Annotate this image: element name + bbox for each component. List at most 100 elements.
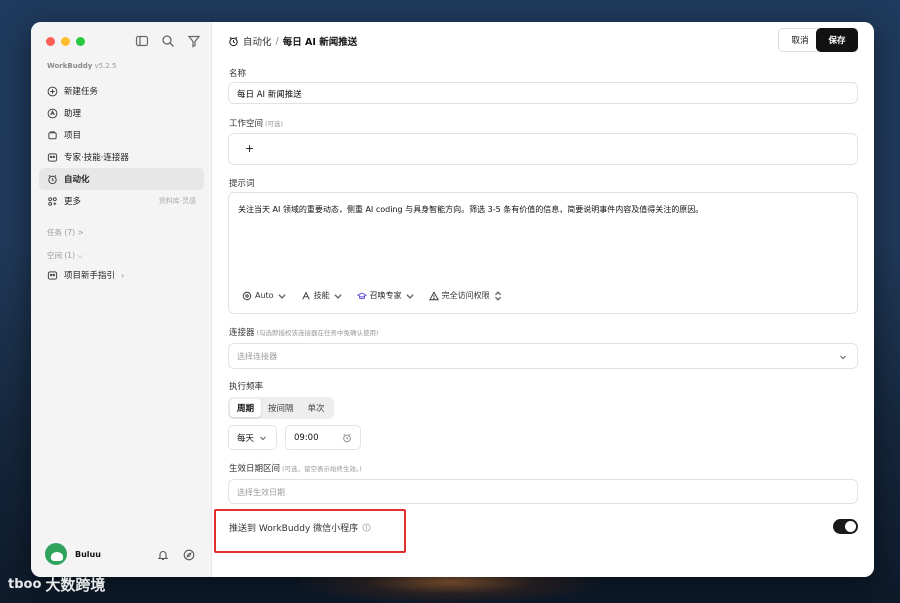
project-guide-item[interactable]: 项目新手指引 › [47,269,124,281]
time-value: 09:00 [294,432,319,443]
sidebar-item-assistant[interactable]: 助理 [39,102,204,124]
workspace-label: 工作空间 (可选) [229,119,284,129]
save-button[interactable]: 保存 [816,28,858,52]
model-icon [242,291,252,300]
breadcrumb-separator: / [275,35,279,47]
tab-interval[interactable]: 按间隔 [261,399,301,417]
expert-icon [47,270,58,280]
expert-selector[interactable]: 召唤专家 [356,290,415,301]
day-value: 每天 [237,433,255,444]
avatar [45,543,67,565]
sidebar-item-automation[interactable]: 自动化 [39,168,204,190]
breadcrumb: 自动化 / 每日 AI 新闻推送 [228,34,357,48]
plus-circle-icon [47,86,58,96]
name-label: 名称 [229,69,247,79]
sidebar-item-project[interactable]: 项目 [39,124,204,146]
tab-periodic[interactable]: 周期 [230,399,262,417]
alarm-clock-icon [229,36,238,46]
bell-icon[interactable] [157,549,169,561]
user-name: Buluu [75,549,101,559]
date-range-hint: (可选，留空表示始终生效。) [282,465,362,473]
connector-hint: (勾选即授权该连接器在任务中免确认使用) [256,329,379,337]
sidebar-item-label: 专家·技能·连接器 [64,153,129,163]
access-selector[interactable]: 完全访问权限 [428,290,503,301]
sidebar-toggle-icon[interactable] [135,34,149,48]
prompt-field[interactable]: 关注当天 AI 领域的重要动态，侧重 AI coding 与具身智能方向。筛选 … [228,192,858,314]
sidebar-nav: 新建任务 助理 项目 专家·技能·连接器 自动化 更多 资料库·灵感 [39,80,204,212]
compass-icon[interactable] [183,549,195,561]
workspace-hint: (可选) [265,120,284,128]
minimize-window-button[interactable] [61,37,70,46]
watermark-logo: tboo [8,577,42,592]
page-title: 每日 AI 新闻推送 [282,37,358,48]
sidebar-item-label: 项目 [64,131,82,141]
day-select[interactable]: 每天 [228,425,277,450]
alarm-clock-icon [48,174,57,184]
main-panel: 自动化 / 每日 AI 新闻推送 取消 保存 名称 每日 AI 新闻推送 工作空… [213,22,874,577]
sidebar-item-label: 助理 [64,109,82,119]
prompt-text: 关注当天 AI 领域的重要动态，侧重 AI coding 与具身智能方向。筛选 … [238,205,704,214]
chevron-down-icon [277,293,286,299]
search-icon[interactable] [161,34,175,48]
chevron-right-icon: › [121,270,125,280]
chevron-down-icon [333,293,342,299]
tab-once[interactable]: 单次 [301,399,332,417]
watermark: tboo 大数跨境 [8,574,105,595]
graduation-cap-icon [356,292,367,299]
brand-label: WorkBuddy v5.2.5 [47,62,117,70]
info-icon[interactable] [362,523,371,532]
project-guide-label: 项目新手指引 [64,271,116,281]
breadcrumb-parent[interactable]: 自动化 [243,34,272,48]
prompt-label: 提示词 [229,179,255,189]
tasks-section-header[interactable]: 任务 (7) > [47,227,84,238]
date-range-placeholder: 选择生效日期 [237,488,285,497]
grid-icon [48,196,57,206]
frequency-tabs: 周期 按间隔 单次 [228,397,334,419]
chevron-down-icon [840,355,846,360]
push-setting: 推送到 WorkBuddy 微信小程序 [229,521,371,534]
chevron-down-icon [260,436,266,440]
close-window-button[interactable] [46,37,55,46]
sidebar-item-more[interactable]: 更多 资料库·灵感 [39,190,204,212]
sidebar-toolbar [135,34,201,48]
name-field[interactable]: 每日 AI 新闻推送 [228,82,858,104]
sidebar-item-label: 更多 [64,197,82,207]
push-label: 推送到 WorkBuddy 微信小程序 [229,524,359,534]
filter-icon[interactable] [187,34,201,48]
model-selector[interactable]: Auto [242,291,287,301]
assistant-icon [47,108,58,118]
sidebar-item-label: 自动化 [64,175,90,185]
date-range-label: 生效日期区间 (可选，留空表示始终生效。) [229,464,362,474]
connector-select[interactable]: 选择连接器 [228,343,858,369]
warning-icon [428,290,439,300]
connector-placeholder: 选择连接器 [237,352,277,361]
frequency-label: 执行频率 [229,382,264,392]
alarm-clock-icon [343,433,351,442]
name-value: 每日 AI 新闻推送 [237,90,302,100]
prompt-toolbar: Auto 技能 召唤专家 完全访问权限 [242,290,503,301]
user-profile[interactable]: Buluu [45,543,101,565]
watermark-text: 大数跨境 [45,576,106,594]
sidebar: WorkBuddy v5.2.5 新建任务 助理 项目 专家·技能·连接器 自动… [31,22,212,577]
window-controls [46,37,85,46]
sidebar-item-new-task[interactable]: 新建任务 [39,80,204,102]
add-workspace-button[interactable]: + [245,142,254,155]
space-section-header[interactable]: 空间 (1) ⌵ [47,250,83,261]
chevron-updown-icon [494,290,501,301]
time-input[interactable]: 09:00 [285,425,361,450]
date-range-input[interactable]: 选择生效日期 [228,479,858,504]
maximize-window-button[interactable] [76,37,85,46]
project-icon [48,130,57,139]
skills-icon [301,291,310,300]
sidebar-item-extra: 资料库·灵感 [158,197,196,205]
sidebar-bottom-actions [157,549,195,561]
sidebar-item-experts[interactable]: 专家·技能·连接器 [39,146,204,168]
app-window: WorkBuddy v5.2.5 新建任务 助理 项目 专家·技能·连接器 自动… [31,22,874,577]
skills-selector[interactable]: 技能 [301,290,343,301]
push-toggle[interactable] [833,519,858,534]
chevron-down-icon [405,293,414,299]
sidebar-item-label: 新建任务 [64,87,99,97]
workspace-field: + [228,133,858,165]
expert-icon [47,152,58,162]
connector-label: 连接器 (勾选即授权该连接器在任务中免确认使用) [229,328,379,338]
